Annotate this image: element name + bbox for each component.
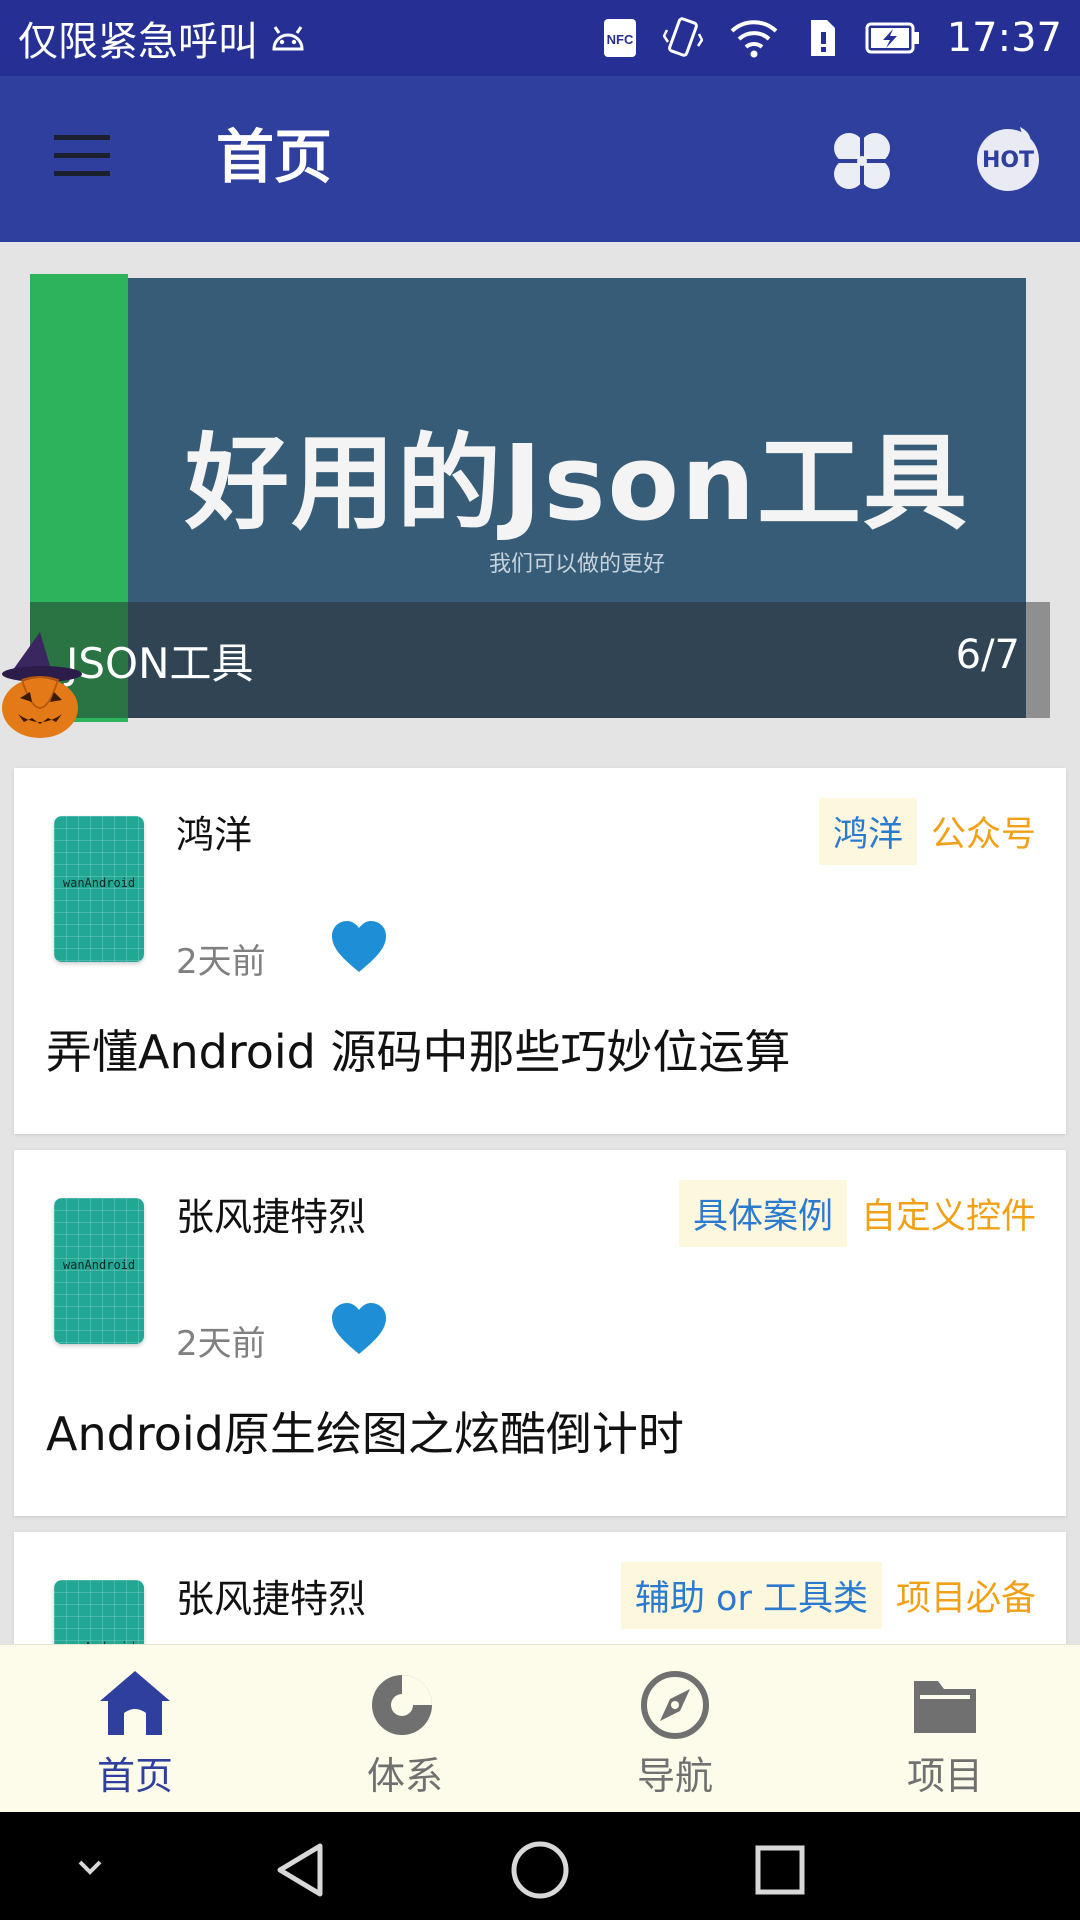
- heart-icon[interactable]: [330, 920, 388, 974]
- compass-icon: [641, 1671, 709, 1739]
- clover-icon[interactable]: [822, 121, 902, 201]
- home-button-icon[interactable]: [510, 1840, 570, 1900]
- article-title[interactable]: 弄懂Android 源码中那些巧妙位运算: [46, 1016, 790, 1082]
- carrier-text: 仅限紧急呼叫: [18, 19, 258, 65]
- svg-text:NFC: NFC: [606, 32, 633, 47]
- chapter-tag[interactable]: 鸿洋: [818, 798, 917, 865]
- nav-label-home: 首页: [96, 1754, 173, 1798]
- back-icon[interactable]: [272, 1842, 328, 1898]
- pumpkin-icon[interactable]: [0, 630, 86, 740]
- vibrate-icon: [662, 17, 703, 57]
- nav-tab-project[interactable]: 项目: [810, 1645, 1080, 1813]
- banner-slide-title: 好用的Json工具: [184, 422, 970, 544]
- banner-caption-bar: JSON工具 6/7: [30, 602, 1050, 718]
- sim-alert-icon: [810, 20, 835, 56]
- thumbnail-label: wanAndroid: [62, 1258, 136, 1272]
- super-chapter-tag[interactable]: 公众号: [931, 798, 1036, 865]
- clock-text: 17:37: [946, 15, 1062, 61]
- nav-tab-navigation[interactable]: 导航: [540, 1645, 810, 1813]
- heart-icon[interactable]: [330, 1302, 388, 1356]
- nfc-icon: NFC: [603, 19, 636, 57]
- super-chapter-tag[interactable]: 项目必备: [896, 1562, 1036, 1629]
- menu-icon[interactable]: [40, 121, 128, 191]
- article-thumbnail: wanAndroid: [54, 1198, 144, 1344]
- nav-label-system: 体系: [366, 1754, 443, 1798]
- nav-tab-system[interactable]: 体系: [270, 1645, 540, 1813]
- article-author[interactable]: 鸿洋: [176, 804, 252, 859]
- article-thumbnail: wanAndroid: [54, 816, 144, 962]
- article-date: 2天前: [176, 1324, 266, 1364]
- chapter-tag[interactable]: 辅助 or 工具类: [620, 1562, 882, 1629]
- battery-charging-icon: [865, 22, 919, 54]
- banner-slide-subtitle: 我们可以做的更好: [488, 552, 665, 577]
- app-toolbar: 首页 HOT: [0, 76, 1080, 242]
- article-tags: 具体案例 自定义控件: [678, 1180, 1036, 1247]
- nav-label-navigation: 导航: [636, 1754, 713, 1798]
- article-author[interactable]: 张风捷特烈: [176, 1186, 366, 1241]
- article-card[interactable]: wanAndroid 张风捷特烈 具体案例 自定义控件 2天前 Android原…: [14, 1150, 1066, 1516]
- article-title[interactable]: Android原生绘图之炫酷倒计时: [46, 1398, 684, 1464]
- article-card[interactable]: wanAndroid 鸿洋 鸿洋 公众号 2天前 弄懂Android 源码中那些…: [14, 768, 1066, 1134]
- nav-label-project: 项目: [906, 1754, 983, 1798]
- hot-icon[interactable]: HOT: [968, 121, 1048, 201]
- status-bar: 仅限紧急呼叫 NFC 17:37: [0, 0, 1080, 76]
- article-tags: 辅助 or 工具类 项目必备: [620, 1562, 1036, 1629]
- chapter-tag[interactable]: 具体案例: [678, 1180, 847, 1247]
- article-thumbnail: wanAndroid: [54, 1580, 144, 1652]
- folder-icon: [914, 1681, 976, 1733]
- hot-label: HOT: [977, 129, 1039, 191]
- home-icon: [100, 1671, 170, 1735]
- wifi-icon: [730, 20, 778, 58]
- super-chapter-tag[interactable]: 自定义控件: [861, 1180, 1036, 1247]
- page-title: 首页: [216, 123, 333, 191]
- banner-carousel[interactable]: 好用的Json工具 我们可以做的更好 JSON工具 6/7: [30, 274, 1050, 722]
- chevron-down-icon[interactable]: [70, 1848, 110, 1888]
- android-debug-icon: [272, 26, 304, 51]
- recents-icon[interactable]: [754, 1844, 806, 1896]
- article-author[interactable]: 张风捷特烈: [176, 1568, 366, 1623]
- nav-tab-home[interactable]: 首页: [0, 1645, 270, 1813]
- banner-caption: JSON工具: [66, 639, 254, 688]
- system-navigation-bar: [0, 1812, 1080, 1920]
- banner-counter: 6/7: [955, 632, 1020, 678]
- article-date: 2天前: [176, 942, 266, 982]
- pie-chart-icon: [372, 1675, 432, 1735]
- article-card[interactable]: wanAndroid 张风捷特烈 辅助 or 工具类 项目必备: [14, 1532, 1066, 1652]
- article-tags: 鸿洋 公众号: [818, 798, 1036, 865]
- bottom-navigation: 首页 体系 导航 项目: [0, 1644, 1080, 1813]
- thumbnail-label: wanAndroid: [62, 876, 136, 890]
